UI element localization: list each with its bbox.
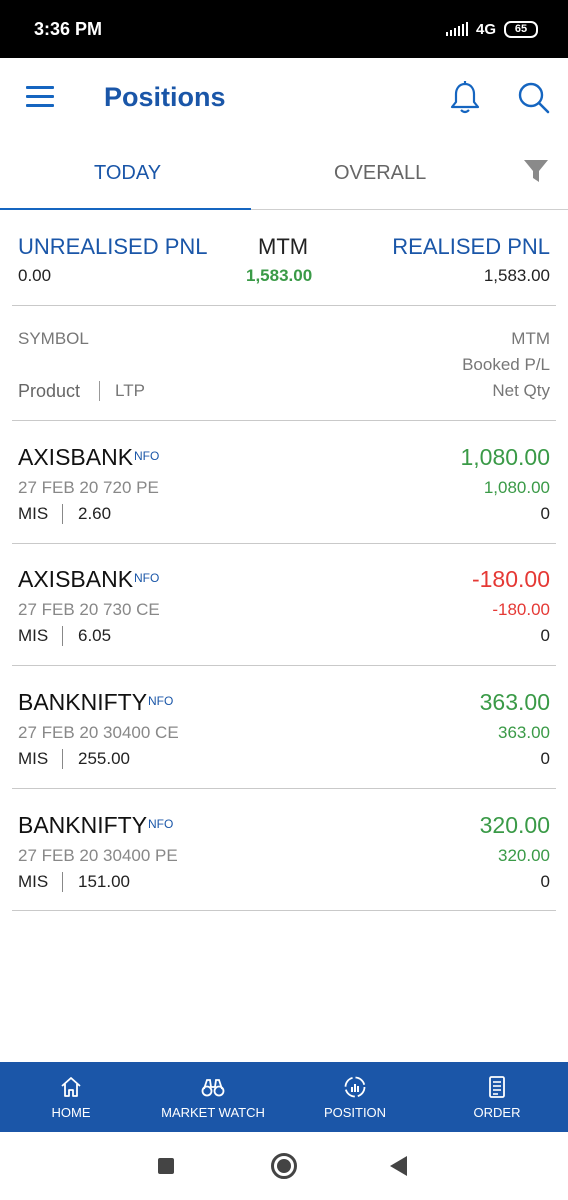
product-ltp-separator (62, 504, 63, 524)
position-icon (344, 1076, 366, 1097)
tab-overall[interactable]: OVERALL (334, 162, 426, 185)
position-booked-pl: 320.00 (498, 846, 550, 865)
realised-pnl-label: REALISED PNL (392, 234, 550, 259)
position-contract: 27 FEB 20 30400 CE (18, 723, 179, 742)
divider (12, 420, 556, 421)
position-booked-pl: -180.00 (492, 600, 550, 619)
nav-order-label: ORDER (473, 1104, 521, 1120)
segment-badge: NFO (134, 449, 160, 463)
filter-icon[interactable] (522, 158, 550, 184)
menu-icon[interactable] (26, 86, 54, 108)
ltp-header: LTP (115, 381, 145, 400)
position-symbol: BANKNIFTY (18, 689, 148, 715)
status-bar: 3:36 PM 4G 65 (0, 0, 568, 58)
position-ltp: 151.00 (78, 872, 130, 891)
page-title: Positions (104, 82, 226, 112)
battery-icon: 65 (504, 20, 538, 38)
position-product: MIS (18, 504, 49, 523)
pnl-summary: UNREALISED PNL MTM REALISED PNL 0.00 1,5… (0, 210, 568, 306)
position-contract: 27 FEB 20 730 CE (18, 600, 160, 619)
realised-pnl-value: 1,583.00 (483, 266, 550, 285)
position-symbol: AXISBANK (18, 566, 134, 592)
divider (12, 305, 556, 306)
home-button-icon[interactable] (271, 1153, 297, 1179)
binoculars-icon (201, 1078, 225, 1096)
divider (12, 910, 556, 911)
status-time: 3:36 PM (34, 18, 103, 39)
nav-market-watch[interactable]: MARKET WATCH (142, 1062, 284, 1132)
tab-bar: TODAY OVERALL (0, 142, 568, 210)
product-ltp-separator (62, 626, 63, 646)
back-icon[interactable] (390, 1156, 407, 1176)
position-net-qty: 0 (540, 504, 550, 523)
position-net-qty: 0 (540, 626, 550, 645)
system-navigation-bar (0, 1132, 568, 1200)
product-ltp-separator (62, 872, 63, 892)
nav-market-watch-label: MARKET WATCH (161, 1104, 265, 1120)
nav-position-label: POSITION (323, 1104, 387, 1120)
status-indicators: 4G 65 (445, 20, 538, 38)
product-header: Product (18, 381, 81, 401)
bell-icon[interactable] (448, 80, 482, 116)
booked-pl-header: Booked P/L (462, 355, 550, 374)
position-ltp: 6.05 (78, 626, 112, 645)
position-mtm: 363.00 (479, 689, 550, 715)
mtm-label: MTM (258, 234, 309, 259)
unrealised-pnl-label: UNREALISED PNL (18, 234, 208, 259)
bottom-navigation: HOME MARKET WATCH POSITION ORDER (0, 1062, 568, 1132)
divider (12, 543, 556, 544)
divider (12, 788, 556, 789)
search-icon[interactable] (516, 80, 550, 116)
nav-home[interactable]: HOME (0, 1062, 142, 1132)
segment-badge: NFO (148, 817, 174, 831)
network-type: 4G (475, 20, 496, 38)
position-symbol: AXISBANK (18, 444, 134, 470)
position-mtm: 1,080.00 (460, 444, 550, 470)
nav-home-label: HOME (51, 1104, 91, 1120)
position-mtm: 320.00 (479, 812, 550, 838)
position-contract: 27 FEB 20 720 PE (18, 478, 159, 497)
position-symbol: BANKNIFTY (18, 812, 148, 838)
position-ltp: 2.60 (78, 504, 112, 523)
signal-icon (445, 22, 468, 36)
mtm-header: MTM (511, 329, 550, 348)
unrealised-pnl-value: 0.00 (18, 266, 52, 285)
recent-apps-icon[interactable] (158, 1158, 174, 1174)
position-product: MIS (18, 749, 49, 768)
position-booked-pl: 363.00 (498, 723, 550, 742)
position-net-qty: 0 (540, 749, 550, 768)
battery-level: 65 (514, 23, 528, 35)
home-icon (61, 1076, 81, 1097)
position-product: MIS (18, 626, 49, 645)
header-separator (99, 381, 100, 401)
symbol-header: SYMBOL (18, 329, 89, 348)
net-qty-header: Net Qty (492, 381, 550, 400)
position-net-qty: 0 (540, 872, 550, 891)
position-product: MIS (18, 872, 49, 891)
mtm-value: 1,583.00 (246, 266, 313, 285)
position-ltp: 255.00 (78, 749, 130, 768)
divider (12, 665, 556, 666)
segment-badge: NFO (134, 571, 160, 585)
position-booked-pl: 1,080.00 (483, 478, 550, 497)
nav-position[interactable]: POSITION (284, 1062, 426, 1132)
app-bar: Positions (0, 58, 568, 142)
position-mtm: -180.00 (471, 566, 550, 592)
product-ltp-separator (62, 749, 63, 769)
nav-order[interactable]: ORDER (426, 1062, 568, 1132)
tab-today[interactable]: TODAY (94, 162, 161, 185)
segment-badge: NFO (148, 694, 174, 708)
order-icon (489, 1075, 505, 1098)
position-contract: 27 FEB 20 30400 PE (18, 846, 178, 865)
